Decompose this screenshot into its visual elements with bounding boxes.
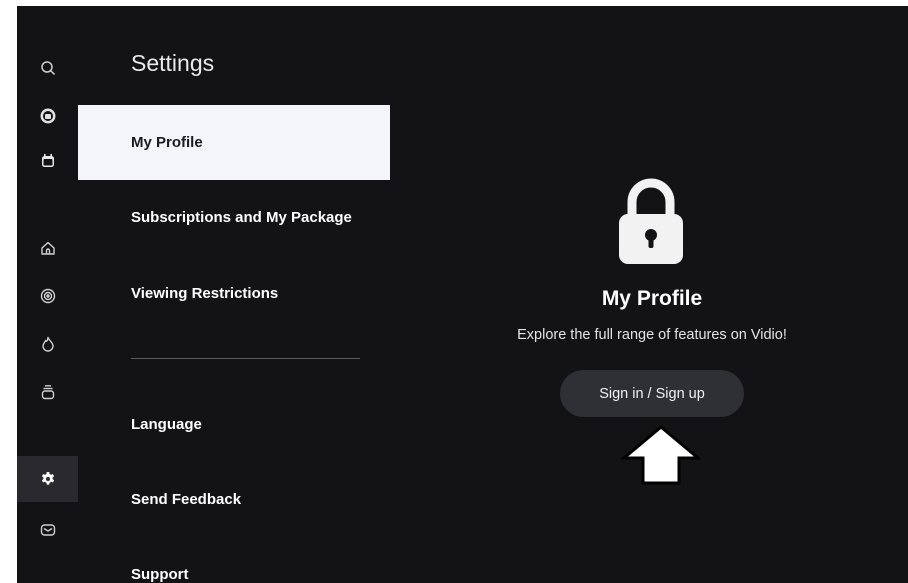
trending-flame-icon[interactable] bbox=[17, 325, 78, 363]
profile-circle-icon[interactable] bbox=[17, 97, 78, 135]
menu-item-label: Support bbox=[131, 566, 189, 583]
menu-item-label: Language bbox=[131, 416, 202, 433]
app-screen: Settings My Profile Subscriptions and My… bbox=[17, 6, 908, 583]
lock-icon bbox=[619, 178, 683, 264]
menu-item-label: Subscriptions and My Package bbox=[131, 209, 352, 226]
arrow-up-icon bbox=[621, 425, 701, 485]
menu-item-support[interactable]: Support bbox=[78, 537, 390, 583]
menu-divider bbox=[131, 358, 360, 359]
search-icon[interactable] bbox=[17, 49, 78, 87]
mail-icon[interactable] bbox=[17, 511, 78, 549]
library-stack-icon[interactable] bbox=[17, 373, 78, 411]
sign-in-button[interactable]: Sign in / Sign up bbox=[560, 370, 744, 417]
menu-item-my-profile[interactable]: My Profile bbox=[78, 105, 390, 180]
profile-title: My Profile bbox=[601, 287, 703, 310]
profile-subtitle: Explore the full range of features on Vi… bbox=[517, 327, 787, 343]
home-icon[interactable] bbox=[17, 229, 78, 267]
calendar-icon[interactable] bbox=[17, 142, 78, 180]
menu-item-label: My Profile bbox=[131, 134, 203, 151]
settings-title: Settings bbox=[131, 50, 215, 76]
menu-item-send-feedback[interactable]: Send Feedback bbox=[78, 462, 390, 537]
menu-item-label: Viewing Restrictions bbox=[131, 285, 279, 302]
settings-gear-icon[interactable] bbox=[17, 456, 78, 502]
menu-item-language[interactable]: Language bbox=[78, 387, 390, 462]
menu-item-subscriptions[interactable]: Subscriptions and My Package bbox=[78, 180, 390, 255]
live-broadcast-icon[interactable] bbox=[17, 277, 78, 315]
menu-item-viewing-restrictions[interactable]: Viewing Restrictions bbox=[78, 256, 390, 331]
menu-item-label: Send Feedback bbox=[131, 491, 242, 508]
